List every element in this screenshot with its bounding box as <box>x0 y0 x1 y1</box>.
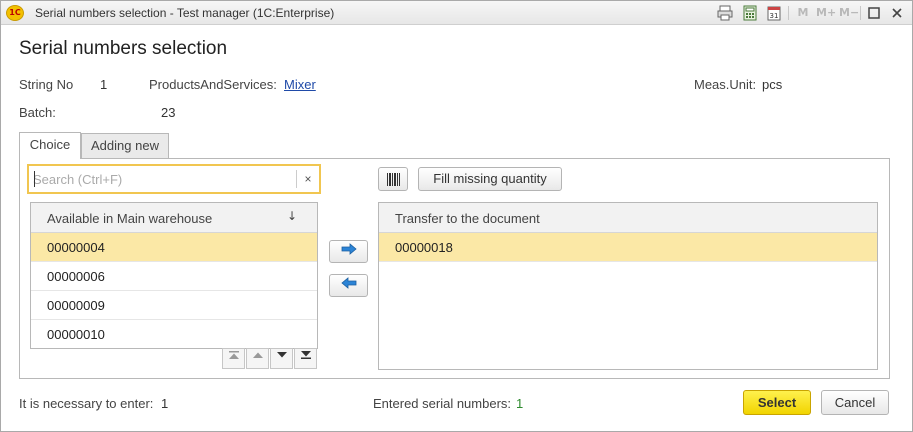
page-down-icon[interactable] <box>270 348 293 369</box>
close-icon[interactable] <box>890 5 904 21</box>
necessary-value: 1 <box>161 396 169 411</box>
meas-unit-value: pcs <box>762 77 783 92</box>
move-right-button[interactable] <box>329 240 368 263</box>
calculator-icon[interactable] <box>743 5 757 21</box>
string-no-value: 1 <box>100 77 108 92</box>
table-row[interactable]: 00000010 <box>31 320 317 349</box>
window-title: Serial numbers selection - Test manager … <box>35 6 335 20</box>
title-bar: 1C Serial numbers selection - Test manag… <box>1 1 912 25</box>
transfer-list-header-label: Transfer to the document <box>395 211 540 226</box>
print-icon[interactable] <box>717 5 733 21</box>
barcode-icon <box>387 173 400 186</box>
toolbar-separator <box>788 6 789 20</box>
sort-down-icon[interactable]: ↓ <box>287 209 297 223</box>
calendar-icon[interactable]: 31 <box>767 5 781 21</box>
serial-number: 00000009 <box>47 298 105 313</box>
serial-number: 00000006 <box>47 269 105 284</box>
table-row[interactable]: 00000006 <box>31 262 317 291</box>
available-list-header-label: Available in Main warehouse <box>47 211 213 226</box>
search-input[interactable] <box>33 170 295 189</box>
serial-number: 00000018 <box>395 240 453 255</box>
toolbar-separator <box>860 6 861 20</box>
svg-text:31: 31 <box>770 12 779 20</box>
batch-value: 23 <box>161 105 176 120</box>
window: 1C Serial numbers selection - Test manag… <box>0 0 913 432</box>
table-row[interactable]: 00000004 <box>31 233 317 262</box>
memory-m-button[interactable]: M <box>797 5 809 21</box>
table-row[interactable]: 00000009 <box>31 291 317 320</box>
entered-value: 1 <box>516 396 524 411</box>
transfer-list[interactable]: Transfer to the document 00000018 <box>378 202 878 370</box>
last-page-icon[interactable] <box>294 348 317 369</box>
search-divider <box>296 170 297 188</box>
first-page-icon[interactable] <box>222 348 245 369</box>
available-list-header[interactable]: Available in Main warehouse ↓ <box>31 203 317 233</box>
serial-number: 00000004 <box>47 240 105 255</box>
memory-plus-button[interactable]: M+ <box>816 5 836 21</box>
page-up-icon[interactable] <box>246 348 269 369</box>
app-logo-icon: 1C <box>6 5 24 21</box>
tab-choice[interactable]: Choice <box>19 132 81 159</box>
clear-search-icon[interactable]: × <box>300 170 316 188</box>
batch-label: Batch: <box>19 105 56 120</box>
text-caret <box>34 171 35 187</box>
arrow-right-icon <box>341 243 357 255</box>
serial-number: 00000010 <box>47 327 105 342</box>
memory-minus-button[interactable]: M− <box>839 5 859 21</box>
products-label: ProductsAndServices: <box>149 77 277 92</box>
select-button[interactable]: Select <box>743 390 811 415</box>
list-navigation <box>222 348 317 369</box>
available-list[interactable]: Available in Main warehouse ↓ 00000004 0… <box>30 202 318 349</box>
necessary-label: It is necessary to enter: <box>19 396 154 411</box>
form-title: Serial numbers selection <box>19 38 228 59</box>
cancel-button[interactable]: Cancel <box>821 390 889 415</box>
transfer-list-header[interactable]: Transfer to the document <box>379 203 877 233</box>
move-left-button[interactable] <box>329 274 368 297</box>
entered-label: Entered serial numbers: <box>373 396 512 411</box>
table-row[interactable]: 00000018 <box>379 233 877 262</box>
fill-missing-quantity-button[interactable]: Fill missing quantity <box>418 167 562 191</box>
products-link[interactable]: Mixer <box>284 77 316 92</box>
barcode-button[interactable] <box>378 167 408 191</box>
meas-unit-label: Meas.Unit: <box>694 77 757 92</box>
search-box[interactable]: × <box>27 164 321 194</box>
tab-adding-new[interactable]: Adding new <box>81 133 169 159</box>
string-no-label: String No <box>19 77 74 92</box>
arrow-left-icon <box>340 277 356 289</box>
maximize-icon[interactable] <box>867 5 881 21</box>
